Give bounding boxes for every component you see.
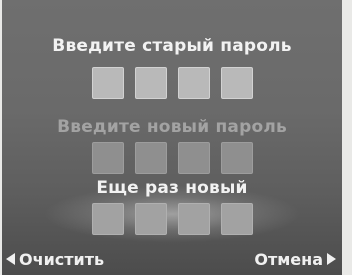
- old-password-digit-1[interactable]: [91, 67, 124, 99]
- new-password-label: Введите новый пароль: [57, 117, 287, 137]
- old-password-digit-2[interactable]: [134, 67, 167, 99]
- device-frame: Введите старый пароль Введите новый паро…: [0, 0, 352, 275]
- repeat-new-password-label: Еще раз новый: [96, 178, 248, 198]
- cancel-softkey-label: Отмена: [254, 249, 323, 269]
- repeat-password-digit-2[interactable]: [134, 203, 167, 235]
- new-password-pin-row[interactable]: [2, 142, 342, 174]
- change-password-screen: Введите старый пароль Введите новый паро…: [2, 0, 342, 275]
- repeat-password-digit-3[interactable]: [177, 203, 210, 235]
- old-password-digit-3[interactable]: [177, 67, 210, 99]
- new-password-digit-1[interactable]: [91, 142, 124, 174]
- old-password-pin-row[interactable]: [2, 67, 342, 99]
- cancel-softkey[interactable]: Отмена: [254, 248, 336, 270]
- new-password-digit-3[interactable]: [177, 142, 210, 174]
- old-password-label: Введите старый пароль: [52, 36, 292, 56]
- new-password-digit-2[interactable]: [134, 142, 167, 174]
- repeat-password-digit-4[interactable]: [220, 203, 253, 235]
- clear-softkey[interactable]: Очистить: [6, 248, 104, 270]
- repeat-password-digit-1[interactable]: [91, 203, 124, 235]
- repeat-password-pin-row[interactable]: [2, 203, 342, 235]
- clear-softkey-label: Очистить: [19, 249, 105, 269]
- new-password-digit-4[interactable]: [220, 142, 253, 174]
- old-password-digit-4[interactable]: [220, 67, 253, 99]
- arrow-right-icon: [327, 253, 336, 265]
- arrow-left-icon: [6, 253, 15, 265]
